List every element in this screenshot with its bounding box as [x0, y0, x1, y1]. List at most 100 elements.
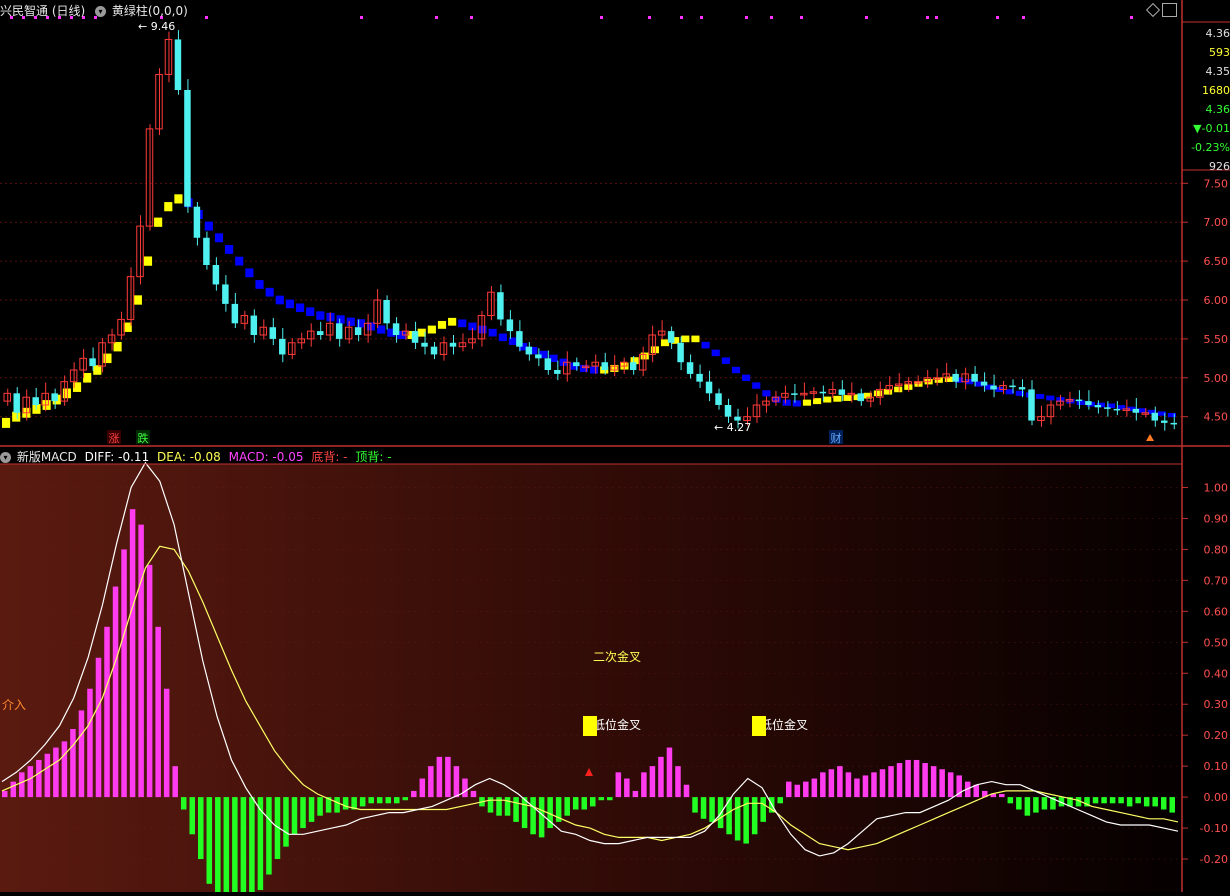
candle-body [1113, 408, 1121, 411]
macd-bar [436, 756, 443, 798]
macd-bar [411, 790, 417, 798]
ma-column [711, 349, 720, 357]
ma-column [731, 366, 741, 374]
ma-column [437, 320, 447, 329]
ma-column [782, 399, 791, 406]
macd-tick-label: -0.20 [1200, 853, 1228, 866]
candle-body [1094, 405, 1102, 408]
candle-body [1085, 401, 1092, 405]
indicator-params: (0,0,0) [147, 4, 188, 18]
macd-bar [445, 756, 451, 798]
macd-tick-label: 1.00 [1204, 481, 1229, 494]
macd-bar [658, 756, 664, 798]
ma-column [133, 295, 142, 305]
chevron-down-icon[interactable]: ▾ [0, 452, 11, 463]
macd-bar [283, 797, 289, 847]
signal-dot [680, 16, 683, 19]
chevron-down-icon[interactable]: ▾ [95, 6, 107, 17]
macd-bar [854, 778, 860, 798]
macd-bar [786, 781, 792, 798]
ma-column [742, 374, 751, 381]
ma-column [214, 233, 224, 243]
candle-body [184, 90, 191, 207]
candle-body [174, 39, 182, 90]
ma-column [843, 395, 852, 401]
macd-bar [530, 797, 536, 835]
signal-dot [1130, 16, 1133, 19]
macd-bar [172, 766, 178, 798]
price-tick-label: 5.00 [1204, 372, 1229, 385]
macd-bar [359, 797, 366, 807]
ma-column [164, 202, 173, 212]
macd-bar [1007, 797, 1014, 804]
low-golden-cross-label: 低位金叉 [760, 717, 808, 732]
candle-body [971, 373, 978, 382]
macd-bar [1024, 797, 1031, 816]
stock-chart[interactable]: 7.50 7.00 6.50 6.00 5.50 5.00 4.50 1.00 0.90 0.80… [0, 0, 1230, 896]
candle-body [250, 315, 258, 335]
macd-bar [53, 747, 59, 798]
stock-title[interactable]: 兴民智通 (日线) [0, 4, 85, 18]
price-tick-label: 7.50 [1204, 177, 1229, 190]
macd-bar [590, 797, 596, 807]
macd-bar [61, 741, 68, 798]
candle-body [411, 331, 419, 343]
macd-bar [632, 790, 639, 798]
candle-body [1104, 407, 1111, 409]
macd-bar [649, 766, 656, 798]
macd-tick-label: 0.90 [1204, 512, 1229, 525]
ma-column [285, 299, 294, 309]
macd-bar [922, 763, 928, 798]
candle-body [1018, 387, 1026, 390]
ma-column [316, 311, 325, 320]
ma-column [590, 366, 599, 374]
candle-body [516, 331, 523, 347]
panel-toggle-button[interactable] [1162, 3, 1177, 17]
macd-bar [1109, 797, 1116, 804]
macd-bar [760, 797, 766, 822]
ma-column [275, 295, 284, 305]
main-header: 兴民智通 (日线) ▾ 黄绿柱(0,0,0) [0, 2, 188, 19]
macd-bar [504, 797, 511, 816]
macd-bar [939, 769, 945, 798]
indicator-name[interactable]: 黄绿柱 [112, 4, 148, 18]
ma-column [752, 382, 761, 389]
macd-bar [692, 797, 698, 813]
macd-bar [607, 797, 613, 801]
ma-column [83, 372, 92, 383]
macd-bar [78, 710, 85, 798]
signal-dot [600, 16, 603, 19]
ma-column [427, 325, 436, 334]
candle-body [279, 338, 286, 355]
macd-bar [1169, 797, 1175, 813]
ma-column [823, 396, 832, 403]
macd-bar [453, 766, 460, 798]
macd-dea: DEA: -0.08 [157, 450, 221, 464]
chart-canvas: 7.50 7.00 6.50 6.00 5.50 5.00 4.50 1.00 0.90 0.80… [0, 0, 1230, 896]
candle-body [525, 346, 533, 355]
ma-column [356, 319, 365, 328]
macd-bar [1135, 797, 1141, 804]
macd-bar [879, 769, 886, 798]
macd-bar [615, 772, 622, 798]
ma-column [833, 395, 842, 402]
ma-column [691, 335, 700, 343]
macd-bar [189, 797, 195, 835]
ma-column [478, 325, 487, 334]
macd-bar [266, 797, 272, 875]
ma-column [701, 341, 710, 349]
ma-column [93, 365, 102, 375]
second-golden-cross-label: 二次金叉 [593, 649, 641, 664]
macd-bar [624, 778, 630, 798]
candle-body [13, 393, 20, 413]
macd-tick-label: 0.60 [1204, 605, 1229, 618]
ma-column [894, 386, 903, 393]
macd-bar [215, 797, 221, 896]
macd-bar [734, 797, 741, 841]
candle-body [734, 416, 741, 421]
macd-name[interactable]: 新版MACD [17, 450, 77, 464]
macd-bar [999, 794, 1005, 798]
quote-volume-2: 1680 [1202, 84, 1230, 97]
macd-value: MACD: -0.05 [228, 450, 304, 464]
signal-dot [435, 16, 438, 19]
